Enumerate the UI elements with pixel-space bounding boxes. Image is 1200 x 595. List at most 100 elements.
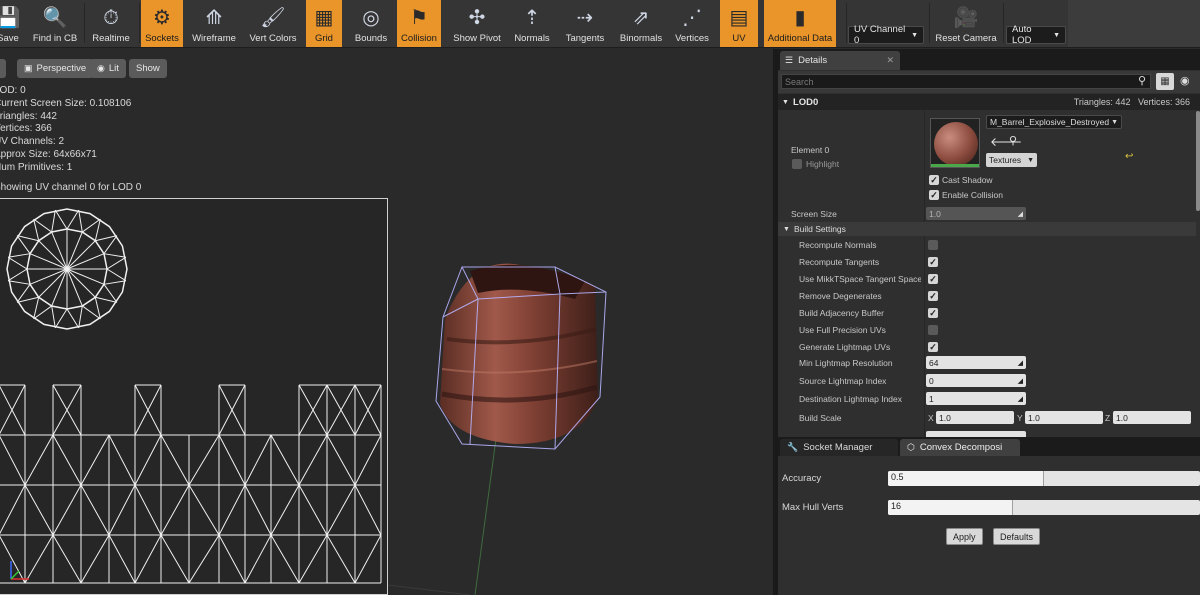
stopwatch-icon: ⏱ [103, 5, 119, 29]
material-dropdown[interactable]: M_Barrel_Explosive_Destroyed ▼ [986, 115, 1122, 129]
apply-button[interactable]: Apply [946, 528, 983, 545]
tab-convex-decomposition[interactable]: ⬡ Convex Decomposi [900, 439, 1020, 456]
defaults-button[interactable]: Defaults [993, 528, 1041, 545]
dest-lightmap-row: Destination Lightmap Index 1 ◢ [778, 390, 1196, 407]
collapse-arrow-icon: ▼ [783, 225, 790, 233]
max-hull-slider[interactable]: 16 [888, 500, 1200, 515]
screen-size-field[interactable]: 1.0 ◢ [926, 207, 1026, 220]
browse-icon[interactable]: ⚲ [1009, 134, 1017, 147]
toolbar-grid-button[interactable]: ▦ Grid [306, 0, 342, 47]
textures-dropdown[interactable]: Textures ▼ [986, 153, 1037, 167]
close-icon[interactable]: ✕ [886, 55, 894, 66]
stat-line: Triangles: 442 [0, 110, 57, 122]
setting-checkbox[interactable]: ✓ [928, 256, 938, 267]
use-selected-arrow-icon[interactable]: 🡐 [990, 134, 1022, 149]
drag-grip-icon: ◢ [1017, 395, 1023, 403]
setting-checkbox[interactable]: ✓ [928, 341, 938, 352]
setting-row: Use Full Precision UVs✓ [778, 321, 1196, 338]
setting-checkbox[interactable]: ✓ [928, 290, 938, 301]
scale-z-field[interactable]: 1.0 [1113, 411, 1191, 424]
tab-socket-manager[interactable]: 🔧 Socket Manager [780, 439, 898, 456]
toolbar-separator [139, 3, 140, 43]
source-lightmap-field[interactable]: 0 ◢ [926, 374, 1026, 387]
bottom-tabstrip: 🔧 Socket Manager ⬡ Convex Decomposi [778, 437, 1200, 456]
toolbar-uv-button[interactable]: ▤ UV [720, 0, 758, 47]
show-button[interactable]: Show [129, 59, 167, 78]
setting-row: Build Adjacency Buffer ✓ [799, 307, 938, 318]
min-lightmap-field[interactable]: 64 ◢ [926, 356, 1026, 369]
chevron-down-icon: ▼ [1027, 156, 1034, 164]
view-options-icon[interactable]: ▦ [1156, 73, 1174, 90]
drag-grip-icon: ◢ [1017, 210, 1023, 218]
axis-gizmo-icon [10, 561, 29, 580]
build-settings-header[interactable]: ▼ Build Settings [778, 222, 1196, 236]
details-scrollbar[interactable] [1196, 111, 1200, 211]
enable-collision-checkbox[interactable]: ✓ [929, 189, 939, 200]
uv-islands [0, 208, 382, 584]
tab-details[interactable]: ☰ Details ✕ [780, 51, 900, 70]
material-thumbnail[interactable] [930, 118, 980, 168]
setting-row: Use MikkTSpace Tangent Space ✓ [799, 273, 938, 284]
details-tabstrip: ☰ Details ✕ [778, 49, 1200, 70]
reset-to-default-icon[interactable]: ↩ [1125, 151, 1133, 162]
binormals-icon: ⇗ [632, 5, 650, 29]
search-icon[interactable]: ⚲ [1138, 74, 1146, 87]
lod-section-header[interactable]: ▼ LOD0 Triangles: 442 Vertices: 366 [778, 94, 1200, 110]
toolbar-vertices-button[interactable]: ⋰ Vertices [668, 0, 716, 47]
uv-channel-dropdown[interactable]: UV Channel 0 ▼ [848, 24, 924, 46]
stat-line: LOD: 0 [0, 85, 26, 96]
magnifier-icon: 🔍 [42, 5, 68, 29]
viewport-options-button[interactable] [0, 59, 6, 78]
tangents-icon: ⇢ [576, 5, 594, 29]
setting-checkbox[interactable]: ✓ [928, 273, 938, 284]
details-panel: ☰ Details ✕ Search ⚲ ▦ ◉ ▼ LOD0 Triangle… [778, 49, 1200, 437]
highlight-checkbox[interactable]: ✓ [792, 158, 802, 169]
vertices-icon: ⋰ [682, 5, 702, 29]
setting-checkbox[interactable]: ✓ [928, 307, 938, 318]
toolbar-wireframe-button[interactable]: ⟰ Wireframe [188, 0, 240, 47]
auto-lod-dropdown[interactable]: Auto LOD ▼ [1006, 24, 1066, 46]
lit-button[interactable]: ◉ Lit [90, 59, 126, 78]
uv-wireframe [0, 208, 382, 584]
toolbar-find-in-cb-button[interactable]: 🔍 Find in CB [26, 0, 84, 47]
toolbar-normals-button[interactable]: ⇡ Normals [509, 0, 555, 47]
uv-layout-view [0, 198, 388, 595]
camera-icon: 🎥 [953, 5, 979, 29]
toolbar-collision-button[interactable]: ⚑ Collision [397, 0, 441, 47]
toolbar-tangents-button[interactable]: ⇢ Tangents [560, 0, 610, 47]
toolbar-show-pivot-button[interactable]: ✣ Show Pivot [447, 0, 507, 47]
cast-shadow-checkbox[interactable]: ✓ [929, 174, 939, 185]
source-lightmap-row: Source Lightmap Index 0 ◢ [778, 372, 1196, 389]
normals-icon: ⇡ [523, 5, 541, 29]
details-search-input[interactable]: Search [781, 74, 1151, 89]
perspective-button[interactable]: ▣ Perspective [17, 59, 94, 78]
toolbar-realtime-button[interactable]: ⏱ Realtime [86, 0, 136, 47]
reset-camera-button[interactable]: 🎥 Reset Camera [932, 0, 1000, 47]
toolbar-sockets-button[interactable]: ⚙ Sockets [141, 0, 183, 47]
toolbar-additional-data-button[interactable]: ▮ Additional Data [764, 0, 836, 47]
collision-icon: ⚑ [410, 5, 428, 29]
collapse-arrow-icon: ▼ [782, 98, 789, 106]
toolbar-separator [846, 3, 847, 43]
setting-checkbox[interactable]: ✓ [928, 324, 938, 335]
eye-icon[interactable]: ◉ [1180, 74, 1190, 87]
save-icon: 💾 [0, 5, 21, 29]
setting-checkbox[interactable]: ✓ [928, 239, 938, 250]
toolbar-binormals-button[interactable]: ⇗ Binormals [615, 0, 667, 47]
toolbar-vert-colors-button[interactable]: 🖌 Vert Colors [243, 0, 303, 47]
toolbar-bounds-button[interactable]: ◎ Bounds [347, 0, 395, 47]
pivot-icon: ✣ [468, 5, 486, 29]
scale-y-field[interactable]: 1.0 [1025, 411, 1103, 424]
toolbar-save-button[interactable]: 💾 Save [0, 0, 26, 47]
max-hull-slider-fill [888, 500, 1013, 515]
setting-row: Recompute Tangents ✓ [799, 256, 938, 267]
bounds-icon: ◎ [362, 5, 380, 29]
wireframe-icon: ⟰ [205, 5, 223, 29]
mesh-viewport[interactable]: ▣ Perspective ◉ Lit Show LOD: 0Current S… [0, 49, 773, 595]
screen-size-row: Screen Size 1.0 ◢ [778, 205, 1196, 222]
accuracy-slider[interactable]: 0.5 [888, 471, 1200, 486]
convex-decomposition-panel: 🔧 Socket Manager ⬡ Convex Decomposi Accu… [778, 437, 1200, 595]
grid-icon: ▦ [314, 5, 334, 29]
scale-x-field[interactable]: 1.0 [936, 411, 1014, 424]
dest-lightmap-field[interactable]: 1 ◢ [926, 392, 1026, 405]
